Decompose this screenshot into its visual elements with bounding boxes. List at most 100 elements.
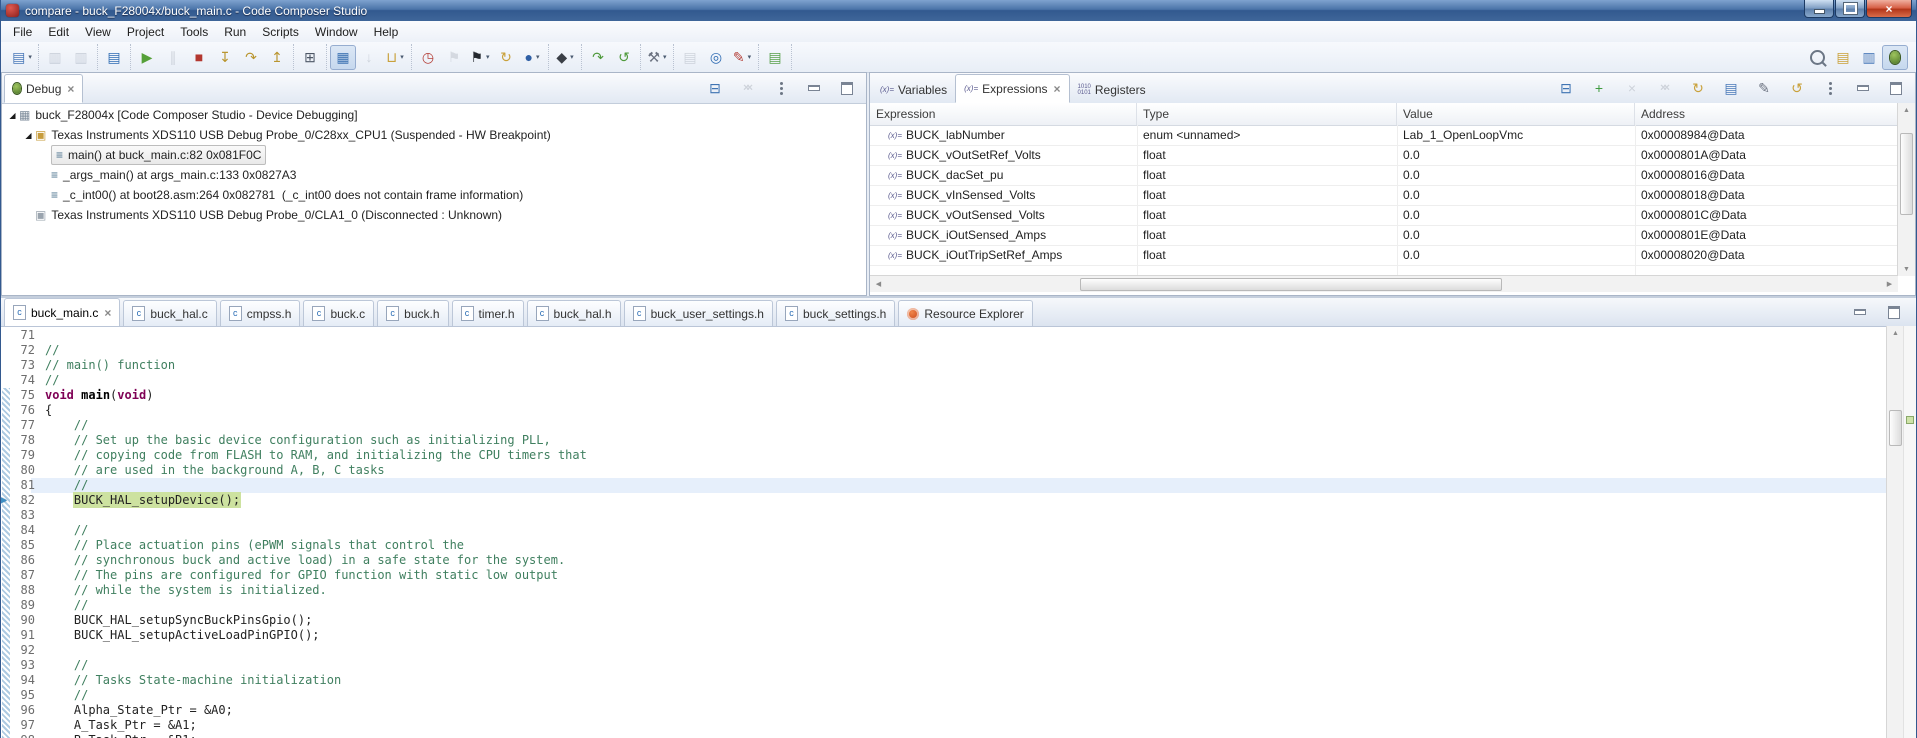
- stack-frame[interactable]: ≡ _c_int00() at boot28.asm:264 0x082781 (…: [51, 188, 523, 202]
- stack-frame[interactable]: ▣ Texas Instruments XDS110 USB Debug Prob…: [35, 208, 502, 222]
- suspend-icon[interactable]: ∥: [160, 45, 186, 70]
- minimize-panel-icon[interactable]: [801, 76, 827, 101]
- editor-tab-buck-h[interactable]: c buck.h: [377, 300, 449, 326]
- editor-tab-buck-hal-h[interactable]: c buck_hal.h: [526, 300, 621, 326]
- editor-tab-buck-settings-h[interactable]: c buck_settings.h: [775, 300, 896, 326]
- resume-icon[interactable]: ▶: [134, 45, 160, 70]
- view-menu-icon[interactable]: [1817, 76, 1843, 101]
- stack-frame[interactable]: ▣ Texas Instruments XDS110 USB Debug Prob…: [35, 128, 551, 142]
- code-line[interactable]: 87 // The pins are configured for GPIO f…: [1, 568, 1887, 583]
- close-window-button[interactable]: ×: [1866, 0, 1912, 18]
- exec-line-marker[interactable]: [1906, 416, 1914, 424]
- refresh-expressions-icon[interactable]: ↻: [1685, 76, 1711, 101]
- expressions-horizontal-scrollbar[interactable]: ◀ ▶: [870, 275, 1898, 292]
- menu-run[interactable]: Run: [216, 23, 254, 41]
- disconnect-target-icon[interactable]: ↺: [611, 45, 637, 70]
- load-program-icon[interactable]: ⊔ ▾: [382, 45, 408, 70]
- maximize-panel-icon[interactable]: [834, 76, 860, 101]
- code-line[interactable]: 94 // Tasks State-machine initialization: [1, 673, 1887, 688]
- pin-flag-disabled-icon[interactable]: ⚑: [441, 45, 467, 70]
- tab-registers[interactable]: 1010 0101 Registers: [1070, 76, 1154, 103]
- expression-row[interactable]: (x)= BUCK_vOutSensed_Volts float 0.0 0x00008…: [870, 205, 1898, 226]
- code-line[interactable]: 84 //: [1, 523, 1887, 538]
- editor-tab-buck-user-settings-h[interactable]: c buck_user_settings.h: [623, 300, 773, 326]
- analysis-icon[interactable]: ◎: [703, 45, 729, 70]
- minimize-panel-icon[interactable]: [1850, 76, 1876, 101]
- debug-tree-node[interactable]: ≡ _args_main() at args_main.c:133 0x0827A…: [2, 165, 866, 185]
- stack-frame[interactable]: ≡ _args_main() at args_main.c:133 0x0827A…: [51, 168, 296, 182]
- column-header-expression[interactable]: Expression: [870, 103, 1137, 125]
- code-line[interactable]: 78 // Set up the basic device configurat…: [1, 433, 1887, 448]
- flag-icon[interactable]: ⚑ ▾: [467, 45, 493, 70]
- remove-expression-icon[interactable]: ×: [1619, 76, 1645, 101]
- code-line[interactable]: 82 BUCK_HAL_setupDevice(); ▶: [1, 493, 1887, 508]
- debug-tree-node[interactable]: ≡ main() at buck_main.c:82 0x081F0C: [2, 145, 866, 165]
- code-line[interactable]: 98 B_Task_Ptr = &B1;: [1, 733, 1887, 738]
- expressions-vertical-scrollbar[interactable]: ▲ ▼: [1897, 103, 1915, 276]
- expression-row[interactable]: (x)= BUCK_dacSet_pu float 0.0 0x00008016@Dat…: [870, 165, 1898, 186]
- code-line[interactable]: 95 //: [1, 688, 1887, 703]
- view-menu-icon[interactable]: [768, 76, 794, 101]
- build-icon[interactable]: ⚒ ▾: [644, 45, 670, 70]
- add-expression-icon[interactable]: +: [1586, 76, 1612, 101]
- target-config-icon[interactable]: ▤: [101, 45, 127, 70]
- menu-tools[interactable]: Tools: [172, 23, 216, 41]
- save-all-icon[interactable]: ▥: [68, 45, 94, 70]
- code-line[interactable]: 89 //: [1, 598, 1887, 613]
- expression-row[interactable]: (x)= BUCK_labNumber enum <unnamed> Lab_1_Op…: [870, 125, 1898, 146]
- editor-vertical-scrollbar[interactable]: ▲: [1886, 326, 1904, 738]
- code-line[interactable]: 73 // main() function: [1, 358, 1887, 373]
- debug-launch-icon[interactable]: ◆ ▾: [552, 45, 578, 70]
- column-header-address[interactable]: Address: [1635, 103, 1902, 125]
- profile-clock-icon[interactable]: ◷: [415, 45, 441, 70]
- maximize-editor-icon[interactable]: [1881, 300, 1907, 325]
- menu-edit[interactable]: Edit: [40, 23, 77, 41]
- reset-cpu-icon[interactable]: ↻: [493, 45, 519, 70]
- minimize-editor-icon[interactable]: [1847, 300, 1873, 325]
- code-line[interactable]: 93 //: [1, 658, 1887, 673]
- remove-all-expressions-icon[interactable]: ××: [1652, 76, 1678, 101]
- editor-tab-timer-h[interactable]: c timer.h: [451, 300, 524, 326]
- code-area[interactable]: 71 72 // 73 // main() function 74 // 75 void mai…: [1, 326, 1916, 738]
- collapse-all-icon[interactable]: ⊟: [1553, 76, 1579, 101]
- maximize-panel-icon[interactable]: [1883, 76, 1909, 101]
- editor-tab-buck-hal-c[interactable]: c buck_hal.c: [123, 300, 217, 326]
- edit-watch-icon[interactable]: ✎: [1751, 76, 1777, 101]
- tab-debug[interactable]: Debug ×: [4, 74, 84, 103]
- code-line[interactable]: 76 {: [1, 403, 1887, 418]
- debug-tree-node[interactable]: ◢ ▣ Texas Instruments XDS110 USB Debug Pro…: [2, 125, 866, 145]
- assembly-step-icon[interactable]: ↓: [356, 45, 382, 70]
- restart-icon[interactable]: ● ▾: [519, 45, 545, 70]
- menu-help[interactable]: Help: [366, 23, 407, 41]
- reload-values-icon[interactable]: ↺: [1784, 76, 1810, 101]
- expression-row[interactable]: (x)= BUCK_vInSensed_Volts float 0.0 0x000080…: [870, 185, 1898, 206]
- memory-browser-icon[interactable]: ⊞: [297, 45, 323, 70]
- code-line[interactable]: 91 BUCK_HAL_setupActiveLoadPinGPIO();: [1, 628, 1887, 643]
- ccs-edit-perspective-icon[interactable]: ▥: [1856, 45, 1882, 70]
- new-view-icon[interactable]: ▤: [762, 45, 788, 70]
- code-line[interactable]: 79 // copying code from FLASH to RAM, an…: [1, 448, 1887, 463]
- menu-window[interactable]: Window: [307, 23, 366, 41]
- close-icon[interactable]: ×: [67, 82, 74, 96]
- code-line[interactable]: 96 Alpha_State_Ptr = &A0;: [1, 703, 1887, 718]
- code-line[interactable]: 86 // synchronous buck and active load) …: [1, 553, 1887, 568]
- debug-tree-node[interactable]: ◢ ▦ buck_F28004x [Code Composer Studio - D…: [2, 105, 866, 125]
- editor-tab-resource-explorer[interactable]: Resource Explorer: [898, 300, 1033, 326]
- annotation-overview-ruler[interactable]: [1903, 326, 1916, 738]
- code-line[interactable]: 83: [1, 508, 1887, 523]
- code-line[interactable]: 71: [1, 328, 1887, 343]
- close-icon[interactable]: ×: [104, 306, 111, 320]
- flash-icon[interactable]: ✎ ▾: [729, 45, 755, 70]
- debug-tree-node[interactable]: ▣ Texas Instruments XDS110 USB Debug Prob…: [2, 205, 866, 225]
- menu-view[interactable]: View: [77, 23, 119, 41]
- console-icon[interactable]: ▤: [677, 45, 703, 70]
- stack-frame-selected[interactable]: ≡ main() at buck_main.c:82 0x081F0C: [51, 145, 267, 165]
- tree-expander-icon[interactable]: ◢: [22, 131, 35, 140]
- editor-tab-cmpss-h[interactable]: c cmpss.h: [219, 300, 301, 326]
- code-line[interactable]: 81 //: [1, 478, 1887, 493]
- expression-row[interactable]: (x)= BUCK_iOutTripSetRef_Amps float 0.0 0x00…: [870, 245, 1898, 266]
- code-line[interactable]: 97 A_Task_Ptr = &A1;: [1, 718, 1887, 733]
- show-debug-scope-icon[interactable]: ▦: [330, 44, 356, 70]
- code-line[interactable]: 80 // are used in the background A, B, C…: [1, 463, 1887, 478]
- code-line[interactable]: 88 // while the system is initialized.: [1, 583, 1887, 598]
